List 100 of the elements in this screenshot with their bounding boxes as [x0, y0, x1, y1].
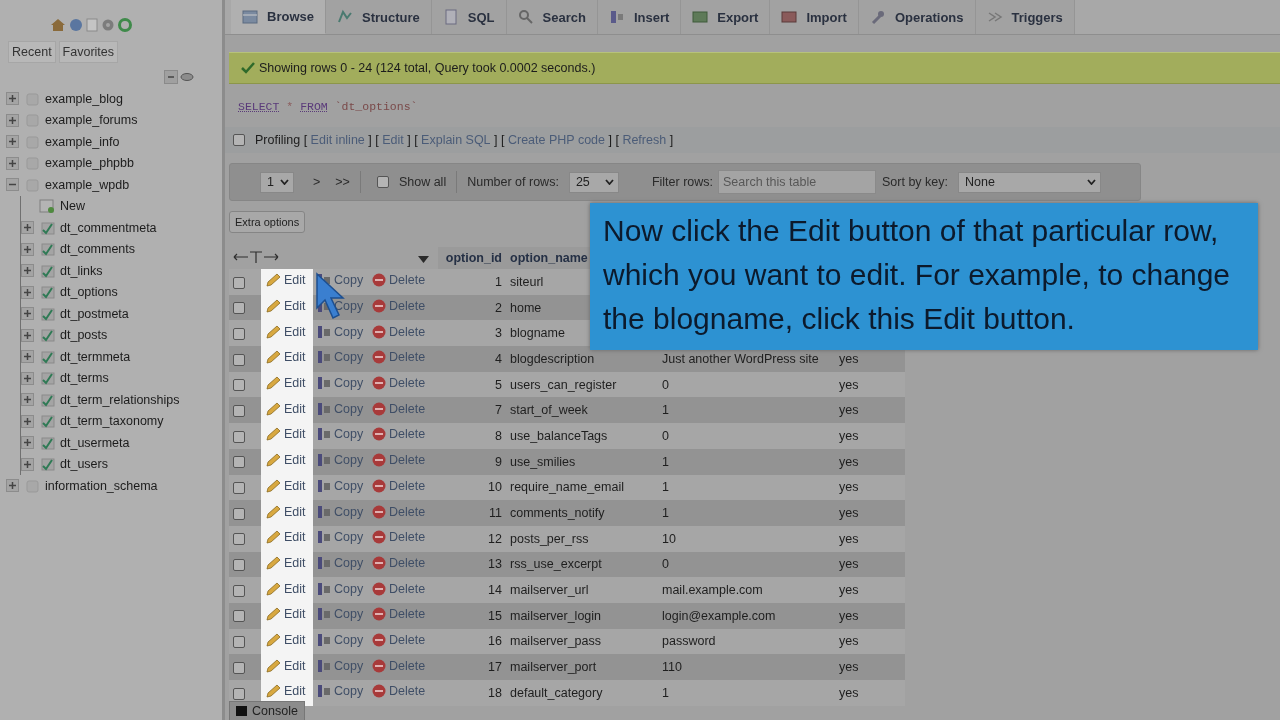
table-cell: mailserver_port [506, 654, 658, 680]
sidebar-tab[interactable]: Recent [8, 41, 56, 63]
table-cell: 1 [658, 474, 835, 501]
terminal-icon [236, 706, 247, 716]
plus-icon[interactable] [21, 393, 34, 407]
bracket: [ [614, 133, 620, 147]
row-checkbox[interactable] [233, 327, 245, 340]
table-cell: 3 [438, 320, 506, 347]
table-cell: 16 [438, 628, 506, 655]
row-checkbox[interactable] [233, 610, 245, 623]
copy-icon [317, 684, 331, 699]
show-all-checkbox[interactable] [376, 176, 389, 188]
row-checkbox[interactable] [233, 687, 245, 700]
tree-item[interactable]: example_wpdb [45, 177, 130, 192]
row-checkbox[interactable] [233, 276, 245, 289]
row-checkbox[interactable] [233, 353, 245, 366]
tree-item[interactable]: example_info [45, 134, 120, 149]
next-page-link[interactable]: > [313, 175, 321, 189]
tab[interactable]: Structure [325, 0, 432, 34]
plus-icon[interactable] [21, 371, 34, 385]
row-checkbox[interactable] [233, 507, 245, 520]
link[interactable]: Create PHP code [507, 133, 605, 147]
sort-select[interactable]: None [958, 171, 1101, 193]
tree-item[interactable]: dt_options [60, 285, 118, 300]
plus-icon[interactable] [6, 156, 19, 170]
row-checkbox[interactable] [233, 661, 245, 674]
plus-icon[interactable] [21, 328, 34, 342]
tab[interactable]: Import [770, 0, 859, 34]
plus-icon[interactable] [21, 264, 34, 278]
tree-item[interactable]: dt_commentmeta [60, 220, 157, 235]
last-page-link[interactable]: >> [335, 175, 350, 189]
plus-icon[interactable] [21, 242, 34, 256]
table-cell: 110 [658, 654, 835, 680]
row-checkbox[interactable] [233, 559, 245, 572]
tab[interactable]: Triggers [975, 0, 1075, 34]
row-checkbox[interactable] [233, 584, 245, 597]
tree-item[interactable]: dt_users [60, 457, 108, 472]
row-checkbox[interactable] [233, 482, 245, 495]
tree-item[interactable]: dt_term_relationships [60, 392, 180, 407]
filter-label: Filter rows: [651, 175, 713, 189]
row-checkbox[interactable] [233, 636, 245, 649]
table-cell: 17 [438, 654, 506, 680]
table-cell: 13 [438, 551, 506, 578]
tree-item[interactable]: dt_terms [60, 371, 109, 386]
tab[interactable]: SQL [431, 0, 507, 34]
delete-icon [372, 401, 386, 416]
row-checkbox[interactable] [233, 405, 245, 417]
link[interactable]: Explain SQL [421, 133, 491, 147]
row-checkbox[interactable] [233, 456, 245, 469]
plus-icon[interactable] [21, 436, 34, 450]
tree-item[interactable]: dt_usermeta [60, 435, 130, 450]
tree-item[interactable]: New [60, 199, 85, 214]
search-field[interactable]: Search this table [718, 170, 876, 194]
tree-item[interactable]: example_forums [45, 113, 138, 128]
tree-item[interactable]: dt_comments [60, 242, 136, 257]
plus-icon[interactable] [21, 414, 34, 428]
tree-item[interactable]: information_schema [45, 478, 158, 493]
plus-icon[interactable] [21, 350, 34, 364]
plus-icon[interactable] [21, 285, 34, 299]
copy-icon [317, 581, 331, 596]
tree-item[interactable]: dt_postmeta [60, 306, 129, 321]
table-cell: mailserver_pass [506, 628, 658, 655]
pencil-icon [265, 273, 281, 288]
table-cell: mail.example.com [658, 577, 835, 603]
tab[interactable]: Search [506, 0, 598, 34]
plus-icon[interactable] [21, 221, 34, 235]
profiling-checkbox[interactable] [233, 134, 245, 146]
tab[interactable]: Export [681, 0, 771, 34]
plus-icon[interactable] [6, 92, 19, 106]
link[interactable]: Edit inline [310, 133, 365, 147]
tree-item[interactable]: example_blog [45, 91, 123, 106]
extra-options-button[interactable]: Extra options [229, 211, 306, 233]
tab[interactable]: Browse [231, 0, 326, 34]
tree-item[interactable]: dt_links [60, 263, 103, 278]
table-cell: 1 [658, 448, 835, 475]
row-checkbox[interactable] [233, 430, 245, 443]
bracket: [ [413, 133, 419, 147]
row-checkbox[interactable] [233, 302, 245, 315]
plus-icon[interactable] [6, 135, 19, 149]
tab[interactable]: Operations [858, 0, 976, 34]
plus-icon[interactable] [21, 307, 34, 321]
table-cell: yes [835, 397, 905, 424]
tree-item[interactable]: dt_term_taxonomy [60, 414, 164, 429]
link[interactable]: Refresh [622, 133, 667, 147]
plus-icon[interactable] [6, 113, 19, 127]
tree-item[interactable]: dt_posts [60, 328, 108, 343]
pencil-icon [265, 607, 281, 622]
sidebar-tab[interactable]: Favorites [58, 41, 118, 63]
row-checkbox[interactable] [233, 533, 245, 546]
plus-icon[interactable] [21, 457, 34, 471]
tree-item[interactable]: example_phpbb [45, 156, 134, 171]
tab[interactable]: Insert [597, 0, 682, 34]
plus-icon[interactable] [6, 479, 19, 493]
table-cell: yes [835, 551, 905, 578]
page-select[interactable]: 1 [260, 171, 294, 193]
tree-item[interactable]: dt_termmeta [60, 349, 131, 364]
row-checkbox[interactable] [233, 379, 245, 392]
pencil-icon [265, 530, 281, 545]
rows-select[interactable]: 25 [568, 171, 619, 193]
minus-icon[interactable] [6, 178, 19, 192]
